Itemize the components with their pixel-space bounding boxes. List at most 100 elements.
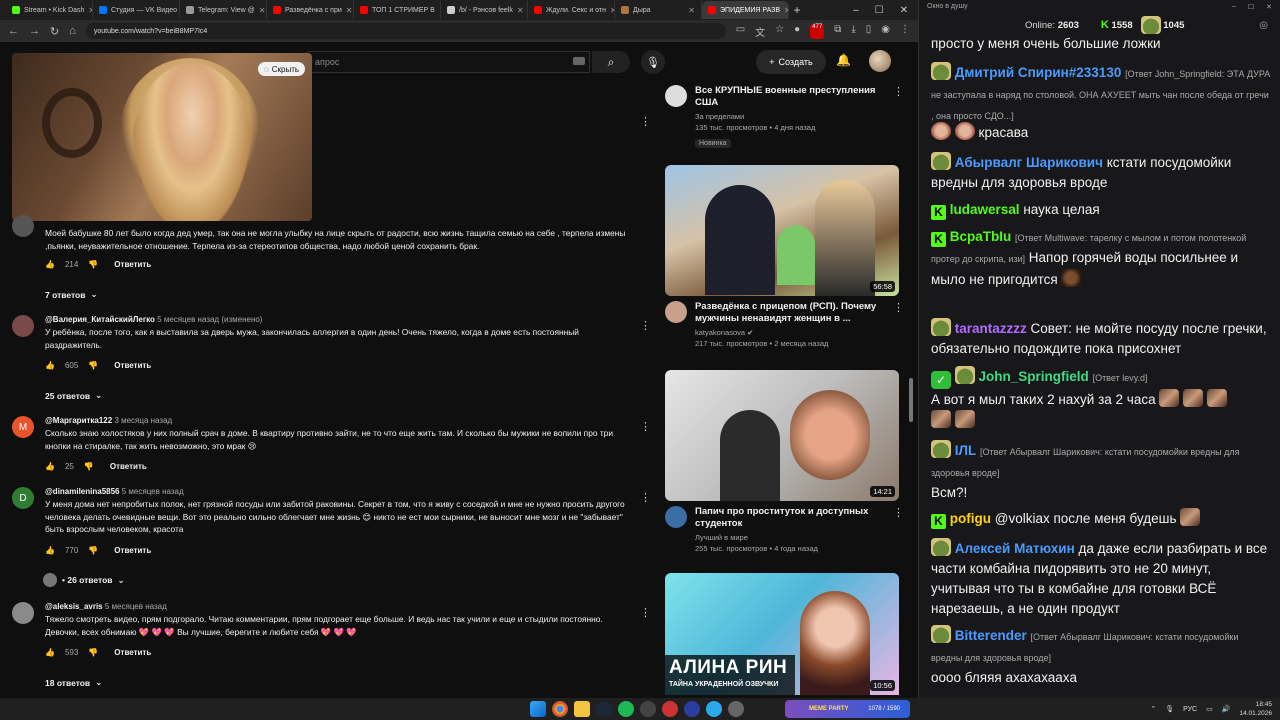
video-thumbnail[interactable]: АЛИНА РИН ТАЙНА УКРАДЕННОЙ ОЗВУЧКИ 10:56 — [665, 573, 899, 695]
meme-party-widget[interactable]: MEME PARTY 1078 / 1590 — [785, 700, 910, 718]
bookmark-star-icon[interactable]: ☆ — [775, 24, 784, 39]
tab[interactable]: Студия — VK Видео✕ — [93, 1, 180, 19]
comment-avatar[interactable]: М — [12, 416, 34, 438]
settings-app-icon[interactable] — [728, 701, 744, 717]
video-title[interactable]: Разведёнка с прицепом (РСП). Почему мужч… — [695, 301, 900, 325]
tab[interactable]: Дыра ✕ — [615, 1, 702, 19]
chrome-icon[interactable] — [552, 701, 568, 717]
new-tab-button[interactable]: + — [789, 3, 805, 17]
close-window-icon[interactable]: ✕ — [1266, 3, 1272, 11]
obs-icon[interactable] — [640, 701, 656, 717]
comment-avatar[interactable] — [12, 215, 34, 237]
like-icon[interactable]: 👍 — [45, 546, 55, 555]
minimize-icon[interactable]: – — [853, 5, 859, 16]
reply-button[interactable]: Ответить — [114, 260, 151, 269]
close-icon[interactable]: ✕ — [259, 6, 266, 15]
channel-avatar[interactable] — [665, 301, 687, 323]
dislike-icon[interactable]: 👎 — [84, 462, 94, 471]
dislike-icon[interactable]: 👎 — [88, 546, 98, 555]
video-title[interactable]: Папич про проституток и доступных студен… — [695, 506, 900, 530]
dislike-icon[interactable]: 👎 — [88, 648, 98, 657]
more-options-icon[interactable]: ⋮ — [640, 319, 651, 332]
media-player-icon[interactable] — [684, 701, 700, 717]
replies-toggle[interactable]: 18 ответов ⌄ — [45, 677, 102, 688]
translate-icon[interactable]: 文 — [755, 24, 765, 39]
dislike-icon[interactable]: 👎 — [88, 260, 98, 269]
chat-username[interactable]: ВсраТbIu — [950, 229, 1012, 244]
video-thumbnail[interactable]: 56:58 — [665, 165, 899, 296]
menu-dots-icon[interactable]: ⋮ — [900, 24, 910, 39]
tab[interactable]: Stream • Kick Dash✕ — [6, 1, 93, 19]
more-options-icon[interactable]: ⋮ — [893, 301, 904, 314]
scrollbar[interactable] — [909, 378, 913, 422]
more-options-icon[interactable]: ⋮ — [893, 85, 904, 98]
spotify-icon[interactable] — [618, 701, 634, 717]
sidepanel-icon[interactable]: ▯ — [866, 24, 872, 39]
like-icon[interactable]: 👍 — [45, 648, 55, 657]
steam-icon[interactable] — [596, 701, 612, 717]
chat-username[interactable]: John_Springfield — [979, 369, 1089, 384]
notifications-bell-icon[interactable]: 🔔 — [836, 53, 851, 67]
chat-username[interactable]: ludawersal — [950, 202, 1020, 217]
replies-toggle[interactable]: 25 ответов ⌄ — [45, 390, 102, 401]
more-options-icon[interactable]: ⋮ — [640, 420, 651, 433]
back-icon[interactable]: ← — [8, 25, 19, 37]
recommendation-card[interactable]: Все КРУПНЫЕ военные преступления США За … — [665, 85, 904, 150]
home-icon[interactable]: ⌂ — [69, 25, 76, 37]
chat-username[interactable]: Дмитрий Спирин#233130 — [955, 65, 1122, 80]
explorer-folder-icon[interactable] — [574, 701, 590, 717]
comment-author[interactable]: @Валерия_КитайскийЛегко — [45, 315, 155, 324]
chat-username[interactable]: Алексей Матюхин — [955, 541, 1075, 556]
close-window-icon[interactable]: ✕ — [900, 5, 908, 16]
channel-name[interactable]: За пределами — [695, 112, 900, 121]
replies-toggle[interactable]: • 26 ответов ⌄ — [43, 573, 125, 587]
url-field[interactable]: youtube.com/watch?v=beiB8MP7Ic4 — [85, 23, 726, 39]
channel-avatar[interactable] — [665, 85, 687, 107]
recommendation-card[interactable]: 14:21 Папич про проституток и доступных … — [665, 370, 904, 553]
mic-tray-icon[interactable]: 🎙 — [1165, 705, 1174, 713]
language-indicator[interactable]: РУС — [1183, 706, 1197, 713]
like-icon[interactable]: 👍 — [45, 462, 55, 471]
chat-username[interactable]: pofigu — [950, 511, 991, 526]
close-icon[interactable]: ✕ — [688, 6, 695, 15]
channel-name[interactable]: katyakonasova ✔ — [695, 328, 900, 337]
cast-icon[interactable]: ▭ — [736, 24, 745, 39]
comment-avatar[interactable] — [12, 602, 34, 624]
app-icon[interactable] — [662, 701, 678, 717]
chat-username[interactable]: Абырвалг Шарикович — [955, 155, 1103, 170]
video-title[interactable]: Все КРУПНЫЕ военные преступления США — [695, 85, 900, 109]
reload-icon[interactable]: ↻ — [50, 25, 59, 38]
extension-icon[interactable]: ● — [794, 24, 800, 39]
search-button[interactable]: ⌕ — [592, 51, 630, 73]
tab[interactable]: Telegram: View @ ✕ — [180, 1, 267, 19]
tray-up-arrow-icon[interactable]: ⌃ — [1150, 705, 1156, 713]
avatar[interactable] — [869, 50, 891, 72]
chat-username[interactable]: Bitterender — [955, 628, 1027, 643]
search-input[interactable]: апрос — [300, 51, 590, 73]
more-options-icon[interactable]: ⋮ — [640, 606, 651, 619]
reply-button[interactable]: Ответить — [110, 462, 147, 471]
volume-icon[interactable]: 🔊 — [1222, 705, 1231, 713]
chat-username[interactable]: IЛL — [955, 443, 976, 458]
comment-avatar[interactable] — [12, 315, 34, 337]
more-options-icon[interactable]: ⋮ — [640, 491, 651, 504]
video-thumbnail[interactable]: 14:21 — [665, 370, 899, 501]
more-options-icon[interactable]: ⋮ — [893, 506, 904, 519]
profile-icon[interactable]: ◉ — [881, 24, 890, 39]
comment-author[interactable]: @aleksis_avris — [45, 602, 103, 611]
hide-button[interactable]: ◌ Скрыть — [258, 62, 306, 76]
extensions-puzzle-icon[interactable]: ⧉ — [834, 24, 841, 39]
comment-author[interactable]: @Маргаритка122 — [45, 416, 112, 425]
tab-active[interactable]: ЭПИДЕМИЯ РАЗВ✕ — [702, 1, 789, 19]
comment-author[interactable]: @dinamilenina5856 — [45, 487, 120, 496]
forward-icon[interactable]: → — [29, 25, 40, 37]
maximize-icon[interactable]: ☐ — [875, 5, 884, 16]
tab[interactable]: ТОП 1 СТРИМЕР В✕ — [354, 1, 441, 19]
keyboard-icon[interactable] — [573, 57, 585, 65]
network-icon[interactable]: ▭ — [1206, 705, 1213, 713]
comment-avatar[interactable]: D — [12, 487, 34, 509]
recommendation-card[interactable]: 56:58 Разведёнка с прицепом (РСП). Почем… — [665, 165, 904, 348]
reply-button[interactable]: Ответить — [114, 648, 151, 657]
tab[interactable]: /b/ - Рэнсов feelk ✕ — [441, 1, 528, 19]
replies-toggle[interactable]: 7 ответов ⌄ — [45, 289, 98, 300]
